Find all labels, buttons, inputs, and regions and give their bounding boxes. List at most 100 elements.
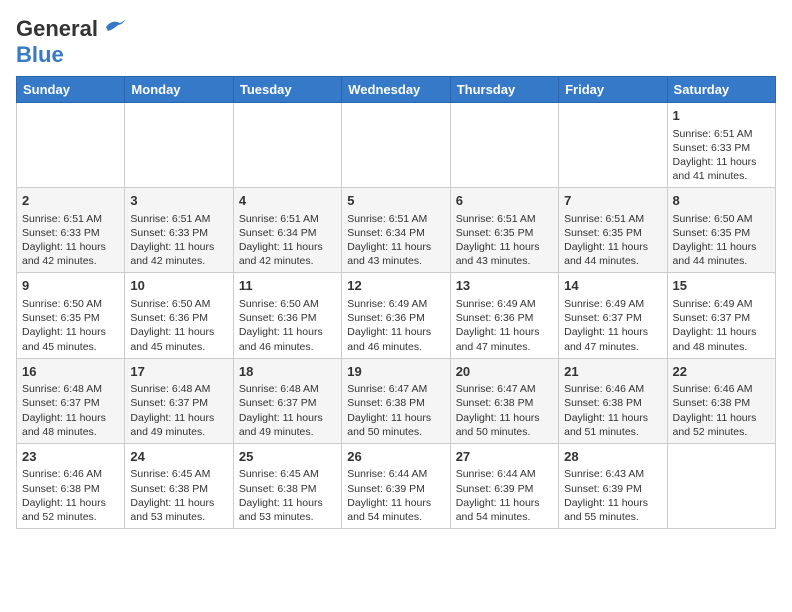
cell-text: Sunrise: 6:46 AM bbox=[673, 383, 753, 395]
weekday-header-sunday: Sunday bbox=[17, 77, 125, 103]
cell-text: Sunrise: 6:50 AM bbox=[673, 213, 753, 225]
calendar-cell: 27Sunrise: 6:44 AMSunset: 6:39 PMDayligh… bbox=[450, 443, 558, 528]
cell-text: Sunrise: 6:49 AM bbox=[456, 298, 536, 310]
cell-text: Sunrise: 6:45 AM bbox=[130, 468, 210, 480]
cell-text: Daylight: 11 hours and 44 minutes. bbox=[564, 241, 648, 267]
cell-text: Sunset: 6:34 PM bbox=[239, 227, 317, 239]
calendar-week-2: 2Sunrise: 6:51 AMSunset: 6:33 PMDaylight… bbox=[17, 188, 776, 273]
cell-text: Sunset: 6:38 PM bbox=[347, 397, 425, 409]
cell-text: Sunrise: 6:51 AM bbox=[239, 213, 319, 225]
cell-text: Sunrise: 6:50 AM bbox=[22, 298, 102, 310]
cell-text: Daylight: 11 hours and 52 minutes. bbox=[22, 497, 106, 523]
calendar-cell: 4 Sunrise: 6:51 AM Sunset: 6:34 PM Daylight… bbox=[233, 188, 341, 273]
cell-text: Daylight: 11 hours and 46 minutes. bbox=[347, 326, 431, 352]
cell-text: Daylight: 11 hours and 48 minutes. bbox=[673, 326, 757, 352]
cell-text: Sunset: 6:37 PM bbox=[673, 312, 751, 324]
cell-text: Sunrise: 6:46 AM bbox=[22, 468, 102, 480]
logo: General Blue bbox=[16, 16, 128, 68]
weekday-header-monday: Monday bbox=[125, 77, 233, 103]
day-number: 23 bbox=[22, 448, 119, 466]
cell-text: Sunset: 6:38 PM bbox=[673, 397, 751, 409]
weekday-header-tuesday: Tuesday bbox=[233, 77, 341, 103]
day-number: 19 bbox=[347, 363, 444, 381]
day-number: 14 bbox=[564, 277, 661, 295]
cell-text: Sunrise: 6:51 AM bbox=[130, 213, 210, 225]
day-number: 11 bbox=[239, 277, 336, 295]
day-number: 4 bbox=[239, 192, 336, 210]
cell-text: Daylight: 11 hours and 43 minutes. bbox=[347, 241, 431, 267]
calendar-cell: 9Sunrise: 6:50 AMSunset: 6:35 PMDaylight… bbox=[17, 273, 125, 358]
cell-text: Sunset: 6:33 PM bbox=[22, 227, 100, 239]
cell-text: Sunset: 6:34 PM bbox=[347, 227, 425, 239]
cell-text: Daylight: 11 hours and 42 minutes. bbox=[239, 241, 323, 267]
cell-text: Daylight: 11 hours and 47 minutes. bbox=[564, 326, 648, 352]
cell-text: Daylight: 11 hours and 54 minutes. bbox=[456, 497, 540, 523]
cell-text: Sunset: 6:39 PM bbox=[564, 483, 642, 495]
cell-text: Daylight: 11 hours and 54 minutes. bbox=[347, 497, 431, 523]
cell-text: Daylight: 11 hours and 52 minutes. bbox=[673, 412, 757, 438]
calendar-cell: 1Sunrise: 6:51 AMSunset: 6:33 PMDaylight… bbox=[667, 103, 775, 188]
cell-text: Sunrise: 6:44 AM bbox=[347, 468, 427, 480]
cell-text: Sunset: 6:38 PM bbox=[22, 483, 100, 495]
calendar-cell bbox=[559, 103, 667, 188]
cell-text: Daylight: 11 hours and 42 minutes. bbox=[22, 241, 106, 267]
calendar-cell: 16Sunrise: 6:48 AMSunset: 6:37 PMDayligh… bbox=[17, 358, 125, 443]
cell-text: Sunset: 6:39 PM bbox=[347, 483, 425, 495]
calendar-week-3: 9Sunrise: 6:50 AMSunset: 6:35 PMDaylight… bbox=[17, 273, 776, 358]
cell-text: Sunrise: 6:49 AM bbox=[347, 298, 427, 310]
calendar-cell: 21Sunrise: 6:46 AMSunset: 6:38 PMDayligh… bbox=[559, 358, 667, 443]
cell-text: Sunset: 6:38 PM bbox=[130, 483, 208, 495]
cell-text: Sunset: 6:37 PM bbox=[564, 312, 642, 324]
logo-bird-icon bbox=[102, 17, 128, 37]
cell-text: Daylight: 11 hours and 49 minutes. bbox=[239, 412, 323, 438]
calendar-cell: 23 Sunrise: 6:46 AM Sunset: 6:38 PM Dayligh… bbox=[17, 443, 125, 528]
calendar-table: SundayMondayTuesdayWednesdayThursdayFrid… bbox=[16, 76, 776, 529]
weekday-header-friday: Friday bbox=[559, 77, 667, 103]
cell-text: Sunrise: 6:51 AM bbox=[347, 213, 427, 225]
day-number: 20 bbox=[456, 363, 553, 381]
day-number: 27 bbox=[456, 448, 553, 466]
calendar-week-5: 23 Sunrise: 6:46 AM Sunset: 6:38 PM Dayligh… bbox=[17, 443, 776, 528]
day-number: 17 bbox=[130, 363, 227, 381]
weekday-header-thursday: Thursday bbox=[450, 77, 558, 103]
day-number: 18 bbox=[239, 363, 336, 381]
cell-text: Daylight: 11 hours and 41 minutes. bbox=[673, 156, 757, 182]
day-number: 6 bbox=[456, 192, 553, 210]
cell-text: Sunset: 6:37 PM bbox=[22, 397, 100, 409]
calendar-cell bbox=[233, 103, 341, 188]
cell-text: Daylight: 11 hours and 49 minutes. bbox=[130, 412, 214, 438]
calendar-cell: 28 Sunrise: 6:43 AM Sunset: 6:39 PM Dayligh… bbox=[559, 443, 667, 528]
calendar-cell: 19Sunrise: 6:47 AMSunset: 6:38 PMDayligh… bbox=[342, 358, 450, 443]
day-number: 21 bbox=[564, 363, 661, 381]
cell-text: Sunrise: 6:46 AM bbox=[564, 383, 644, 395]
cell-text: Sunrise: 6:49 AM bbox=[673, 298, 753, 310]
cell-text: Sunrise: 6:51 AM bbox=[22, 213, 102, 225]
day-number: 16 bbox=[22, 363, 119, 381]
calendar-cell bbox=[450, 103, 558, 188]
calendar-cell bbox=[667, 443, 775, 528]
cell-text: Sunset: 6:37 PM bbox=[239, 397, 317, 409]
cell-text: Sunset: 6:33 PM bbox=[673, 142, 751, 154]
day-number: 15 bbox=[673, 277, 770, 295]
day-number: 22 bbox=[673, 363, 770, 381]
day-number: 3 bbox=[130, 192, 227, 210]
cell-text: Daylight: 11 hours and 51 minutes. bbox=[564, 412, 648, 438]
calendar-cell: 11Sunrise: 6:50 AMSunset: 6:36 PMDayligh… bbox=[233, 273, 341, 358]
weekday-header-wednesday: Wednesday bbox=[342, 77, 450, 103]
cell-text: Sunrise: 6:43 AM bbox=[564, 468, 644, 480]
cell-text: Daylight: 11 hours and 42 minutes. bbox=[130, 241, 214, 267]
day-number: 26 bbox=[347, 448, 444, 466]
cell-text: Sunset: 6:38 PM bbox=[239, 483, 317, 495]
calendar-cell: 26 Sunrise: 6:44 AM Sunset: 6:39 PM Dayligh… bbox=[342, 443, 450, 528]
day-number: 1 bbox=[673, 107, 770, 125]
cell-text: Daylight: 11 hours and 55 minutes. bbox=[564, 497, 648, 523]
cell-text: Daylight: 11 hours and 43 minutes. bbox=[456, 241, 540, 267]
day-number: 28 bbox=[564, 448, 661, 466]
cell-text: Sunrise: 6:47 AM bbox=[456, 383, 536, 395]
calendar-cell bbox=[125, 103, 233, 188]
calendar-cell: 7Sunrise: 6:51 AMSunset: 6:35 PMDaylight… bbox=[559, 188, 667, 273]
calendar-cell: 10Sunrise: 6:50 AMSunset: 6:36 PMDayligh… bbox=[125, 273, 233, 358]
calendar-cell: 3Sunrise: 6:51 AMSunset: 6:33 PMDaylight… bbox=[125, 188, 233, 273]
calendar-header-row: SundayMondayTuesdayWednesdayThursdayFrid… bbox=[17, 77, 776, 103]
day-number: 7 bbox=[564, 192, 661, 210]
